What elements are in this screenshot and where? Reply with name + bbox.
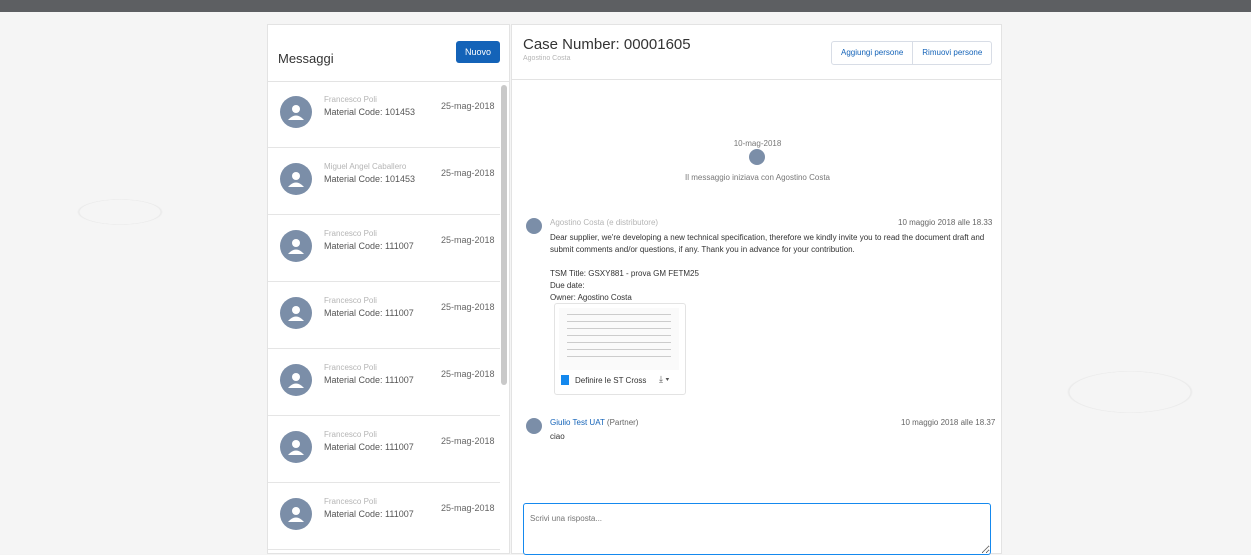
messages-header: Messaggi Nuovo — [268, 25, 509, 82]
message-line: TSM Title: GSXY881 - prova GM FETM25 — [550, 269, 699, 278]
message-date: 25-mag-2018 — [441, 168, 495, 178]
list-item[interactable]: Miguel Angel Caballero Material Code: 10… — [268, 148, 500, 215]
material-code: Material Code: 111007 — [324, 442, 414, 452]
material-code: Material Code: 101453 — [324, 174, 416, 184]
material-code: Material Code: 111007 — [324, 375, 414, 385]
list-scrollbar[interactable] — [501, 85, 507, 385]
message-date: 25-mag-2018 — [441, 369, 495, 379]
new-message-button[interactable]: Nuovo — [456, 41, 500, 63]
avatar — [280, 96, 312, 128]
message-line: submit comments and/or questions, if any… — [550, 245, 855, 254]
list-item[interactable]: Francesco Poli Material Code: 111007 25-… — [268, 483, 500, 550]
people-button-group: Aggiungi persone Rimuovi persone — [831, 41, 993, 65]
message-list: Francesco Poli Material Code: 101453 25-… — [268, 81, 500, 550]
case-owner[interactable]: Agostino Costa — [523, 55, 570, 62]
sender-name: Francesco Poli — [324, 95, 377, 104]
avatar — [280, 431, 312, 463]
top-bar — [0, 0, 1251, 12]
message-sender[interactable]: Giulio Test UAT (Partner) — [550, 418, 638, 427]
list-item[interactable]: Francesco Poli Material Code: 111007 25-… — [268, 349, 500, 416]
avatar — [280, 498, 312, 530]
message-line: Due date: — [550, 281, 585, 290]
material-code: Material Code: 111007 — [324, 241, 414, 251]
add-people-button[interactable]: Aggiungi persone — [832, 42, 912, 64]
message-time: 10 maggio 2018 alle 18.33 — [898, 218, 993, 227]
material-code: Material Code: 101453 — [324, 107, 416, 117]
file-icon — [561, 375, 569, 385]
avatar — [280, 230, 312, 262]
messages-title: Messaggi — [278, 51, 334, 66]
message-sender[interactable]: Agostino Costa (e distributore) — [550, 218, 658, 227]
avatar — [280, 364, 312, 396]
material-code: Material Code: 111007 — [324, 308, 414, 318]
message-date: 25-mag-2018 — [441, 436, 495, 446]
attachment-card[interactable]: Definire le ST Cross ⤓ ▾ — [554, 303, 686, 395]
message-date: 25-mag-2018 — [441, 302, 495, 312]
list-item[interactable]: Francesco Poli Material Code: 111007 25-… — [268, 416, 500, 483]
sender-name: Miguel Angel Caballero — [324, 162, 407, 171]
sender-name: Francesco Poli — [324, 430, 377, 439]
remove-people-button[interactable]: Rimuovi persone — [912, 42, 991, 64]
list-item[interactable]: Francesco Poli Material Code: 111007 25-… — [268, 282, 500, 349]
sender-name: Francesco Poli — [324, 296, 377, 305]
thread-start-date: 10-mag-2018 — [733, 139, 782, 148]
case-number: Case Number: 00001605 — [523, 36, 691, 53]
sender-name: Francesco Poli — [324, 363, 377, 372]
message-date: 25-mag-2018 — [441, 235, 495, 245]
document-preview — [559, 308, 679, 370]
message-line: ciao — [550, 432, 565, 441]
conversation-header: Case Number: 00001605 Agostino Costa Agg… — [512, 25, 1001, 80]
sender-name: Francesco Poli — [324, 229, 377, 238]
messages-panel: Messaggi Nuovo Francesco Poli Material C… — [267, 24, 510, 554]
message-time: 10 maggio 2018 alle 18.37 — [901, 418, 996, 427]
attachment-name[interactable]: Definire le ST Cross — [575, 376, 646, 385]
message-date: 25-mag-2018 — [441, 101, 495, 111]
avatar — [280, 163, 312, 195]
thread-start-text: Il messaggio iniziava con Agostino Costa — [685, 173, 830, 182]
conversation-panel: Case Number: 00001605 Agostino Costa Agg… — [511, 24, 1002, 555]
avatar — [526, 418, 542, 434]
sender-name: Francesco Poli — [324, 497, 377, 506]
reply-input[interactable] — [523, 503, 991, 555]
avatar — [280, 297, 312, 329]
list-item[interactable]: Francesco Poli Material Code: 111007 25-… — [268, 215, 500, 282]
message-line: Dear supplier, we're developing a new te… — [550, 233, 985, 242]
avatar — [749, 149, 765, 165]
avatar — [526, 218, 542, 234]
list-item[interactable]: Francesco Poli Material Code: 101453 25-… — [268, 81, 500, 148]
message-date: 25-mag-2018 — [441, 503, 495, 513]
material-code: Material Code: 111007 — [324, 509, 414, 519]
download-icon[interactable]: ⤓ ▾ — [659, 374, 669, 385]
